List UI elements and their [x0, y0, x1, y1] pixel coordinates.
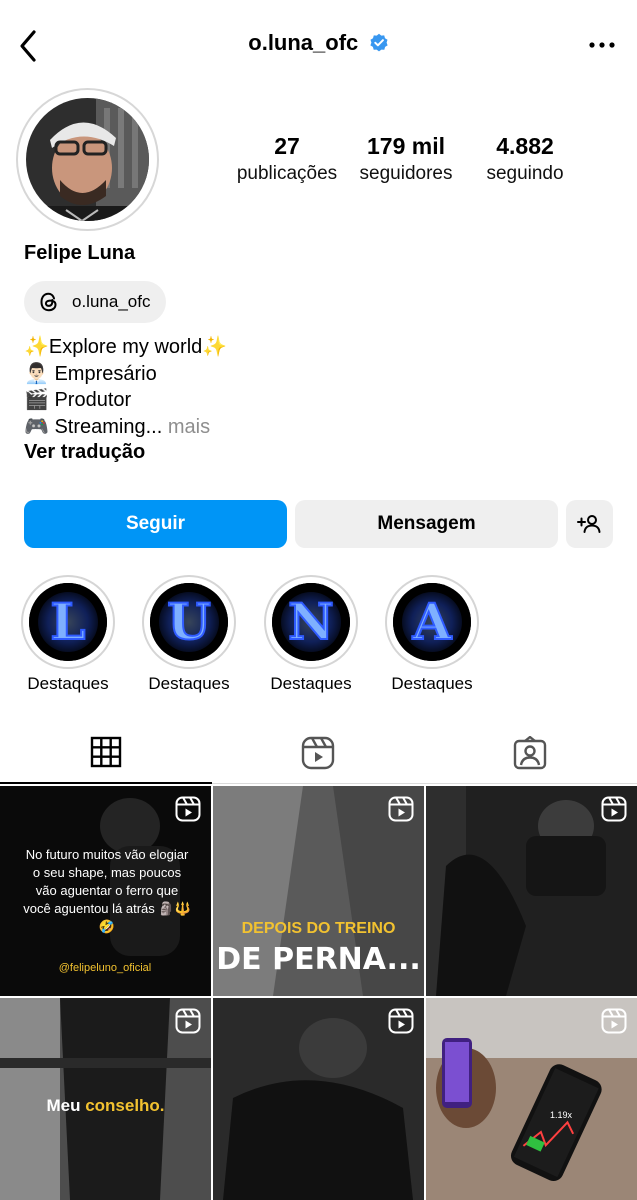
highlight-label: Destaques [27, 674, 109, 693]
post-thumbnail[interactable]: DEPOIS DO TREINO DE PERNA... [213, 786, 424, 996]
highlight-ring: L [21, 575, 115, 669]
tab-posts-grid[interactable] [0, 722, 212, 784]
reel-indicator-icon [388, 1008, 414, 1034]
post-caption-line: DEPOIS DO TREINO [241, 920, 396, 937]
post-thumbnail[interactable]: Meu conselho. [0, 998, 211, 1200]
followers-count: 179 mil [367, 133, 445, 159]
threads-link[interactable]: o.luna_ofc [24, 281, 167, 323]
reels-icon [301, 736, 335, 770]
gamepad-emoji: 🎮 [24, 415, 49, 438]
posts-label: publicações [236, 163, 338, 184]
following-stat[interactable]: 4.882 seguindo [472, 132, 578, 188]
bio-line: 🎮 Streaming... mais [24, 415, 211, 438]
post-thumbnail[interactable] [213, 998, 424, 1200]
highlight-cover: U [150, 583, 228, 661]
following-label: seguindo [486, 163, 564, 184]
story-highlight[interactable]: U Destaques [142, 575, 236, 694]
tab-reels[interactable] [212, 722, 424, 784]
followers-label: seguidores [359, 163, 453, 184]
highlight-ring: U [142, 575, 236, 669]
bio-line: ✨Explore my world✨ [24, 336, 228, 358]
see-translation-link[interactable]: Ver tradução [24, 441, 145, 464]
highlight-cover: N [272, 583, 350, 661]
highlight-letter: L [50, 592, 85, 651]
tab-tagged[interactable] [424, 722, 636, 784]
top-bar: o.luna_ofc [0, 0, 637, 94]
suggested-users-button[interactable] [566, 500, 613, 548]
highlight-letter: U [167, 592, 211, 651]
posts-stat[interactable]: 27 publicações [233, 132, 341, 188]
businessman-emoji: 👨🏻‍💼 [24, 362, 49, 385]
grid-icon [90, 736, 122, 768]
highlight-cover: A [393, 583, 471, 661]
profile-full-name: Felipe Luna [24, 242, 136, 264]
more-options-button[interactable] [587, 32, 617, 58]
clapper-emoji: 🎬 [24, 389, 49, 411]
posts-count: 27 [274, 133, 300, 159]
post-caption-text: No futuro muitos vão elogiar o seu shape… [23, 847, 191, 934]
post-thumbnail[interactable] [426, 786, 637, 996]
profile-tabs [0, 722, 637, 784]
story-highlight[interactable]: A Destaques [385, 575, 479, 694]
threads-handle: o.luna_ofc [72, 292, 151, 311]
more-dots-icon [589, 42, 615, 48]
followers-stat[interactable]: 179 mil seguidores [350, 132, 462, 188]
avatar-ring[interactable] [16, 88, 159, 231]
reel-indicator-icon [388, 796, 414, 822]
highlight-letter: A [412, 592, 453, 651]
add-user-icon [576, 515, 600, 533]
story-highlight[interactable]: L Destaques [21, 575, 115, 694]
highlight-letter: N [288, 592, 334, 651]
post-thumbnail[interactable]: 1.19x [426, 998, 637, 1200]
post-handle-text: @felipeluno_oficial [58, 962, 152, 974]
bio-more-link[interactable]: mais [168, 416, 210, 438]
reel-indicator-icon [175, 796, 201, 822]
reel-indicator-icon [601, 1008, 627, 1034]
highlight-label: Destaques [391, 674, 473, 693]
post-caption-text: Meu conselho. [46, 1096, 165, 1115]
message-button[interactable]: Mensagem [295, 500, 558, 548]
posts-grid: No futuro muitos vão elogiar o seu shape… [0, 786, 637, 1200]
highlight-ring: A [385, 575, 479, 669]
profile-username: o.luna_ofc [248, 30, 359, 55]
post-overlay-text: 1.19x [549, 1110, 573, 1120]
avatar[interactable] [26, 98, 149, 221]
bio-line: 👨🏻‍💼 Empresário [24, 362, 157, 385]
highlight-label: Destaques [148, 674, 230, 693]
highlight-label: Destaques [270, 674, 352, 693]
follow-button[interactable]: Seguir [24, 500, 287, 548]
story-highlight[interactable]: N Destaques [264, 575, 358, 694]
highlight-ring: N [264, 575, 358, 669]
avatar-photo [26, 98, 149, 221]
reel-indicator-icon [175, 1008, 201, 1034]
profile-bio: ✨Explore my world✨ 👨🏻‍💼 Empresário 🎬 Pro… [24, 334, 227, 440]
reel-indicator-icon [601, 796, 627, 822]
post-thumbnail[interactable]: No futuro muitos vão elogiar o seu shape… [0, 786, 211, 996]
following-count: 4.882 [496, 133, 554, 159]
verified-badge-icon [370, 33, 388, 52]
post-caption-line: DE PERNA... [216, 942, 421, 977]
tagged-icon [513, 736, 547, 770]
header-title: o.luna_ofc [0, 30, 637, 56]
threads-icon [40, 292, 57, 312]
highlight-cover: L [29, 583, 107, 661]
bio-line: 🎬 Produtor [24, 389, 132, 411]
